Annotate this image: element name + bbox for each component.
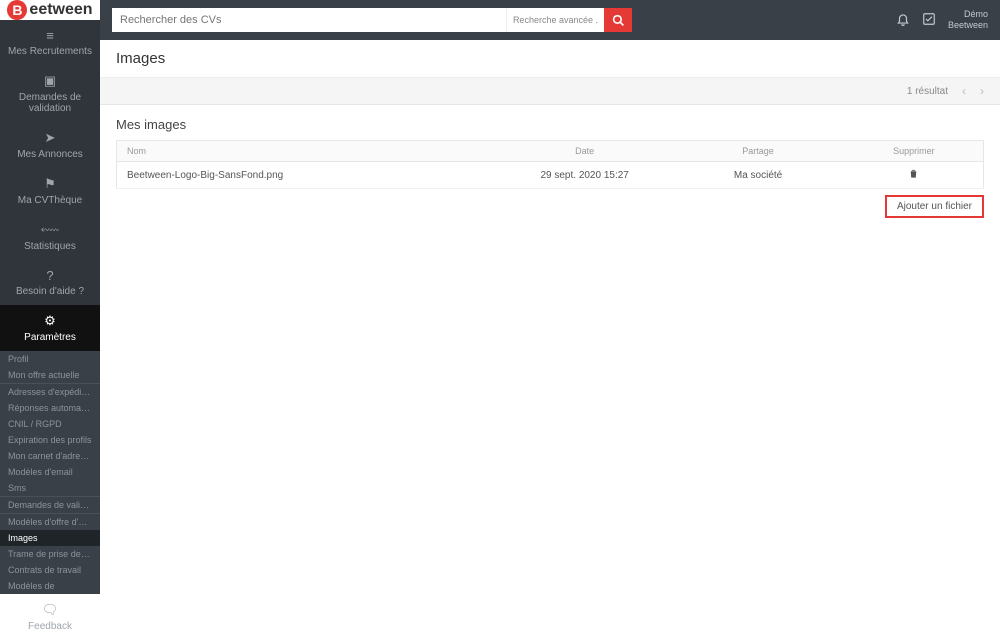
nav-label: Mes Recrutements xyxy=(8,46,92,57)
sub-sms[interactable]: Sms xyxy=(0,480,100,496)
check-icon[interactable] xyxy=(922,12,936,29)
main: Recherche avancée . Démo Beetween Images xyxy=(100,0,1000,500)
prev-page[interactable]: ‹ xyxy=(962,84,966,98)
nav-label: Ma CVThèque xyxy=(18,195,82,206)
bell-icon[interactable] xyxy=(896,12,910,29)
nav-label: Mes Annonces xyxy=(17,149,83,160)
cell-partage: Ma société xyxy=(671,162,844,189)
gear-icon: ⚙ xyxy=(4,313,96,329)
sub-offre-actuelle[interactable]: Mon offre actuelle xyxy=(0,367,100,383)
nav-label: Feedback xyxy=(28,621,72,632)
search-wrap: Recherche avancée . xyxy=(112,8,632,32)
topbar: Recherche avancée . Démo Beetween xyxy=(100,0,1000,40)
briefcase-icon: ▣ xyxy=(4,73,96,89)
menu-icon: ≡ xyxy=(4,28,96,43)
sub-trame-note[interactable]: Trame de prise de note xyxy=(0,546,100,562)
nav-cvtheque[interactable]: ⚑ Ma CVThèque xyxy=(0,168,100,214)
sub-adresses-expedition[interactable]: Adresses d'expédition xyxy=(0,384,100,400)
user-block[interactable]: Démo Beetween xyxy=(948,9,988,31)
nav-feedback[interactable]: 🗨 Feedback xyxy=(0,594,100,640)
search-button[interactable] xyxy=(604,8,632,32)
content: Mes images Nom Date Partage Supprimer Be… xyxy=(100,105,1000,230)
nav-parametres[interactable]: ⚙ Paramètres xyxy=(0,305,100,351)
sub-reponses-auto[interactable]: Réponses automatiques xyxy=(0,400,100,416)
nav-label: Demandes de validation xyxy=(19,92,81,114)
nav-recrutements[interactable]: ≡ Mes Recrutements xyxy=(0,20,100,65)
nav-label: Paramètres xyxy=(24,332,76,343)
col-supprimer: Supprimer xyxy=(845,141,984,162)
search-icon xyxy=(612,14,625,27)
trash-icon[interactable] xyxy=(908,171,919,182)
search-input[interactable] xyxy=(112,8,506,32)
nav-label: Statistiques xyxy=(24,241,76,252)
sub-modeles-de[interactable]: Modèles de xyxy=(0,578,100,594)
sub-modeles-offre[interactable]: Modèles d'offre d'emploi xyxy=(0,514,100,530)
sub-profil[interactable]: Profil xyxy=(0,351,100,367)
topbar-right: Démo Beetween xyxy=(896,9,988,31)
sub-cnil-rgpd[interactable]: CNIL / RGPD xyxy=(0,416,100,432)
col-date: Date xyxy=(498,141,671,162)
cell-date: 29 sept. 2020 15:27 xyxy=(498,162,671,189)
col-partage: Partage xyxy=(671,141,844,162)
feedback-icon: 🗨 xyxy=(4,602,96,618)
send-icon: ➤ xyxy=(4,130,96,146)
sub-carnet-adresses[interactable]: Mon carnet d'adresses xyxy=(0,448,100,464)
user-line2: Beetween xyxy=(948,20,988,31)
user-line1: Démo xyxy=(948,9,988,20)
next-page[interactable]: › xyxy=(980,84,984,98)
brand-logo-mark: B xyxy=(7,0,27,20)
result-count: 1 résultat xyxy=(907,86,948,97)
col-nom: Nom xyxy=(117,141,498,162)
nav-annonces[interactable]: ➤ Mes Annonces xyxy=(0,122,100,168)
sub-modeles-email[interactable]: Modèles d'email xyxy=(0,464,100,480)
sub-images[interactable]: Images xyxy=(0,530,100,546)
table-row: Beetween-Logo-Big-SansFond.png 29 sept. … xyxy=(117,162,984,189)
section-title: Mes images xyxy=(116,117,984,132)
subnav: Profil Mon offre actuelle Adresses d'exp… xyxy=(0,351,100,594)
sub-demandes-validation[interactable]: Demandes de validation xyxy=(0,497,100,513)
nav-statistiques[interactable]: ⬳ Statistiques xyxy=(0,214,100,260)
page-title: Images xyxy=(100,40,1000,78)
nav-demandes-validation[interactable]: ▣ Demandes de validation xyxy=(0,65,100,122)
add-wrap: Ajouter un fichier xyxy=(116,195,984,218)
nav-aide[interactable]: ? Besoin d'aide ? xyxy=(0,260,100,305)
help-icon: ? xyxy=(4,268,96,283)
cell-name: Beetween-Logo-Big-SansFond.png xyxy=(117,162,498,189)
brand-logo: Beetween xyxy=(0,0,100,20)
sub-contrats-travail[interactable]: Contrats de travail xyxy=(0,562,100,578)
results-toolbar: 1 résultat ‹ › xyxy=(100,78,1000,105)
images-table: Nom Date Partage Supprimer Beetween-Logo… xyxy=(116,140,984,189)
chart-icon: ⬳ xyxy=(4,222,96,238)
nav-label: Besoin d'aide ? xyxy=(16,286,84,297)
sub-expiration-profils[interactable]: Expiration des profils xyxy=(0,432,100,448)
brand-text: eetween xyxy=(29,1,92,19)
sidebar: Beetween ≡ Mes Recrutements ▣ Demandes de … xyxy=(0,0,100,500)
advanced-search-link[interactable]: Recherche avancée . xyxy=(506,8,604,32)
add-file-button[interactable]: Ajouter un fichier xyxy=(885,195,984,218)
people-icon: ⚑ xyxy=(4,176,96,192)
